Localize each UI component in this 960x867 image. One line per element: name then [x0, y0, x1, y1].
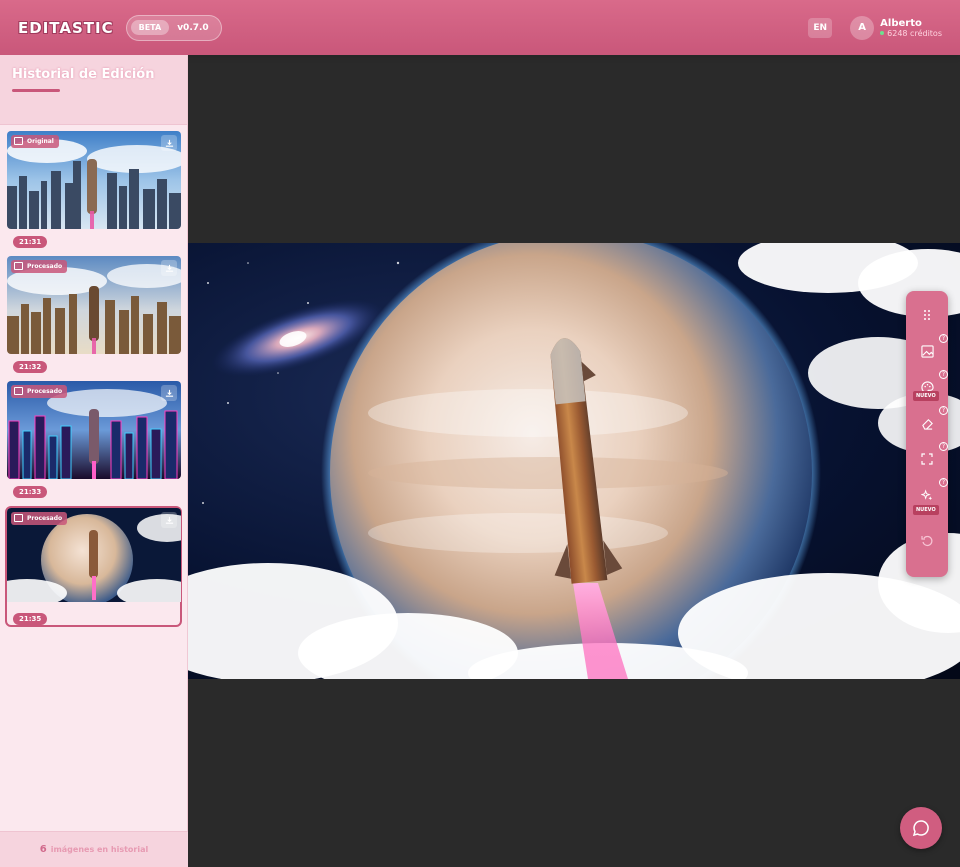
- enhance-tool[interactable]: ? NUEVO: [913, 478, 948, 515]
- language-toggle-button[interactable]: EN: [808, 17, 833, 38]
- beta-badge: BETA: [130, 20, 170, 35]
- title-underline: [12, 89, 60, 92]
- history-thumbnail[interactable]: Procesado: [7, 381, 181, 479]
- download-button[interactable]: [161, 135, 177, 151]
- history-thumbnail[interactable]: Procesado: [7, 508, 181, 606]
- image-canvas[interactable]: [188, 243, 960, 679]
- sidebar-header: Historial de Edición: [0, 55, 187, 125]
- history-thumbnail[interactable]: Original: [7, 131, 181, 229]
- header-right: EN A Alberto 6248 créditos: [808, 15, 942, 40]
- help-icon[interactable]: ?: [939, 334, 948, 343]
- version-text: v0.7.0: [177, 22, 209, 33]
- drag-handle[interactable]: [915, 303, 939, 327]
- thumbnail-tag: Procesado: [11, 260, 68, 273]
- sidebar-title: Historial de Edición: [12, 67, 155, 82]
- status-dot-icon: [880, 31, 885, 35]
- history-list: Original 21:31 Procesado 21:32 Procesado…: [0, 125, 187, 641]
- app-header: EDITASTIC BETA v0.7.0 EN A Alberto 6248 …: [0, 0, 960, 55]
- new-badge: NUEVO: [913, 391, 939, 401]
- help-icon[interactable]: ?: [939, 478, 948, 487]
- image-icon: [14, 262, 23, 270]
- drag-handle-icon: [924, 310, 930, 320]
- user-menu[interactable]: A Alberto 6248 créditos: [850, 15, 942, 40]
- chat-bubble-icon: [912, 820, 929, 837]
- download-icon: [165, 389, 173, 397]
- timestamp-badge: 21:33: [13, 486, 48, 498]
- thumbnail-tag: Procesado: [11, 385, 68, 398]
- image-edit-tool[interactable]: ?: [915, 334, 948, 363]
- download-icon: [165, 139, 173, 147]
- download-icon: [165, 516, 173, 524]
- expand-tool[interactable]: ?: [915, 442, 948, 471]
- download-button[interactable]: [161, 385, 177, 401]
- image-icon: [14, 514, 23, 522]
- thumbnail-tag: Original: [11, 135, 59, 148]
- history-footer: 6 imágenes en historial: [0, 831, 188, 867]
- eraser-tool[interactable]: ?: [915, 406, 948, 435]
- tool-rail: ? ? NUEVO ? ? ? NUEVO: [906, 291, 948, 577]
- download-icon: [165, 264, 173, 272]
- user-info: Alberto 6248 créditos: [880, 18, 942, 38]
- image-icon: [14, 387, 23, 395]
- version-pill: BETA v0.7.0: [125, 14, 222, 41]
- timestamp-badge: 21:32: [13, 361, 48, 373]
- expand-icon: [921, 453, 933, 465]
- timestamp-badge: 21:35: [13, 613, 48, 625]
- history-footer-text: imágenes en historial: [50, 845, 149, 854]
- main-planet-rocket-image: [188, 243, 960, 679]
- undo-icon: [921, 535, 933, 546]
- history-item[interactable]: Procesado 21:32: [7, 256, 181, 373]
- app-logo[interactable]: EDITASTIC: [18, 19, 114, 37]
- help-icon[interactable]: ?: [939, 406, 948, 415]
- download-button[interactable]: [161, 512, 177, 528]
- history-thumbnail[interactable]: Procesado: [7, 256, 181, 354]
- new-badge: NUEVO: [913, 505, 939, 515]
- history-item[interactable]: Procesado 21:33: [7, 381, 181, 498]
- chat-button[interactable]: [900, 807, 942, 849]
- style-tool[interactable]: ? NUEVO: [913, 370, 948, 401]
- image-icon: [14, 137, 23, 145]
- sparkles-icon: [920, 488, 932, 500]
- credits-label: 6248 créditos: [880, 29, 942, 38]
- undo-tool[interactable]: [915, 529, 939, 553]
- history-sidebar: Historial de Edición Original 21:31 Proc…: [0, 55, 188, 867]
- timestamp-badge: 21:31: [13, 236, 48, 248]
- avatar[interactable]: A: [850, 15, 875, 40]
- history-item-selected[interactable]: Procesado 21:35: [5, 506, 182, 627]
- history-item[interactable]: Original 21:31: [7, 131, 181, 248]
- image-edit-icon: [920, 344, 934, 358]
- help-icon[interactable]: ?: [939, 370, 948, 379]
- credits-text: 6248 créditos: [887, 28, 942, 38]
- eraser-icon: [921, 418, 933, 430]
- history-count: 6: [39, 844, 47, 855]
- user-name: Alberto: [880, 17, 922, 29]
- help-icon[interactable]: ?: [939, 442, 948, 451]
- thumbnail-tag: Procesado: [11, 512, 68, 525]
- download-button[interactable]: [161, 260, 177, 276]
